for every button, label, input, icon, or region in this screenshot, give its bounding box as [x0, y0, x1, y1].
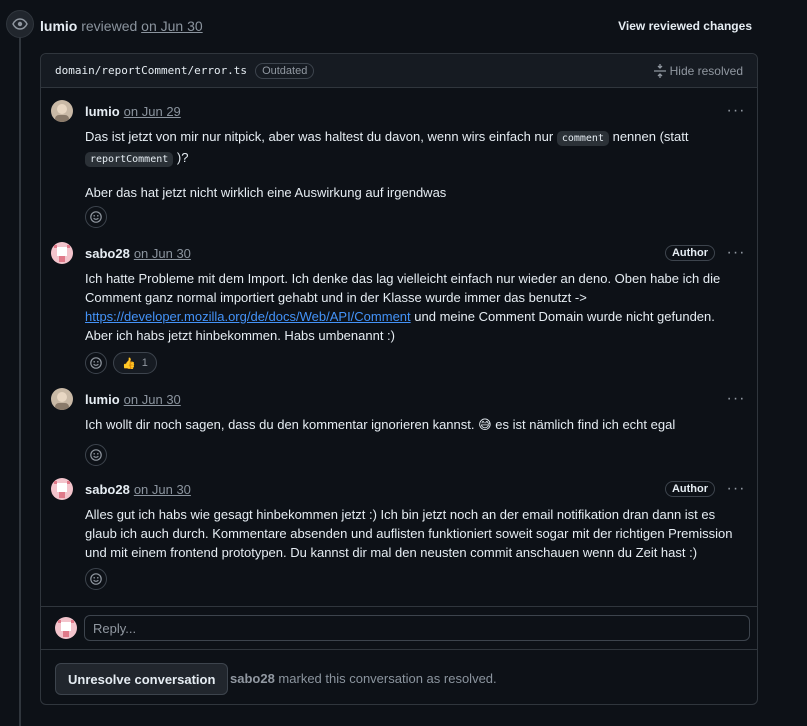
smiley-icon	[90, 357, 102, 369]
review-date-link[interactable]: on Jun 30	[141, 18, 203, 34]
hide-resolved-button[interactable]: Hide resolved	[653, 63, 743, 78]
author-badge: Author	[664, 481, 715, 497]
more-options-icon[interactable]: ···	[725, 481, 747, 497]
comment-author[interactable]: sabo28	[85, 482, 130, 497]
mdn-comment-link[interactable]: https://developer.mozilla.org/de/docs/We…	[85, 309, 411, 324]
more-options-icon[interactable]: ···	[725, 391, 747, 407]
author-badge: Author	[664, 245, 715, 261]
view-reviewed-changes-link[interactable]: View reviewed changes	[618, 19, 752, 33]
more-options-icon[interactable]: ···	[725, 245, 747, 261]
comment-author[interactable]: sabo28	[85, 246, 130, 261]
avatar-lumio[interactable]	[51, 100, 73, 122]
comment-date[interactable]: on Jun 30	[134, 246, 191, 261]
thumbs-up-icon: 👍	[122, 357, 136, 370]
review-action: reviewed	[81, 18, 138, 34]
file-path[interactable]: domain/reportComment/error.ts	[55, 64, 247, 77]
review-summary: lumio reviewed on Jun 30	[40, 18, 203, 34]
hide-resolved-label: Hide resolved	[669, 63, 743, 78]
review-eye-icon	[6, 10, 34, 38]
avatar-sabo28[interactable]	[51, 242, 73, 264]
comment-body: Ich wollt dir noch sagen, dass du den ko…	[85, 417, 676, 432]
comment-date[interactable]: on Jun 30	[124, 392, 181, 407]
comment-author[interactable]: lumio	[85, 104, 120, 119]
comment-4: sabo28 on Jun 30 Author ··· Alles gut ic…	[51, 478, 747, 593]
fold-icon	[653, 63, 666, 78]
resolved-status: sabo28 marked this conversation as resol…	[230, 671, 497, 686]
smiley-icon	[90, 449, 102, 461]
outdated-badge: Outdated	[255, 62, 315, 79]
unresolve-conversation-button[interactable]: Unresolve conversation	[55, 663, 229, 695]
review-header: lumio reviewed on Jun 30 View reviewed c…	[40, 16, 759, 36]
comment-2: sabo28 on Jun 30 Author ··· Ich hatte Pr…	[51, 242, 747, 377]
more-options-icon[interactable]: ···	[725, 103, 747, 119]
inline-code: comment	[556, 131, 609, 146]
comment-body: Alles gut ich habs wie gesagt hinbekomme…	[85, 507, 733, 560]
current-user-avatar[interactable]	[55, 617, 77, 639]
resolution-footer: Unresolve conversation sabo28 marked thi…	[41, 649, 757, 704]
comment-body: Das ist jetzt von mir nur nitpick, aber …	[85, 129, 689, 200]
avatar-lumio[interactable]	[51, 388, 73, 410]
add-reaction-button[interactable]	[85, 352, 107, 374]
comment-date[interactable]: on Jun 30	[134, 482, 191, 497]
avatar-sabo28[interactable]	[51, 478, 73, 500]
comment-1: lumio on Jun 29 ··· Das ist jetzt von mi…	[51, 100, 747, 230]
review-thread: domain/reportComment/error.ts Outdated H…	[40, 53, 758, 705]
resolver-name[interactable]: sabo28	[230, 671, 275, 686]
reaction-count: 1	[141, 357, 148, 369]
smiley-icon	[90, 211, 102, 223]
comment-author[interactable]: lumio	[85, 392, 120, 407]
reply-bar: Reply...	[41, 606, 757, 650]
add-reaction-button[interactable]	[85, 568, 107, 590]
reply-input[interactable]: Reply...	[84, 615, 750, 641]
comment-date[interactable]: on Jun 29	[124, 104, 181, 119]
file-header: domain/reportComment/error.ts Outdated H…	[41, 54, 757, 88]
add-reaction-button[interactable]	[85, 206, 107, 228]
smiley-icon	[90, 573, 102, 585]
grinning-sweat-emoji: 😅	[478, 417, 492, 432]
add-reaction-button[interactable]	[85, 444, 107, 466]
comment-body: Ich hatte Probleme mit dem Import. Ich d…	[85, 271, 721, 343]
timeline-line	[19, 36, 21, 726]
thumbs-up-reaction[interactable]: 👍 1	[113, 352, 157, 374]
inline-code: reportComment	[85, 152, 174, 167]
reviewer-name[interactable]: lumio	[40, 18, 77, 34]
comment-3: lumio on Jun 30 ··· Ich wollt dir noch s…	[51, 388, 747, 468]
